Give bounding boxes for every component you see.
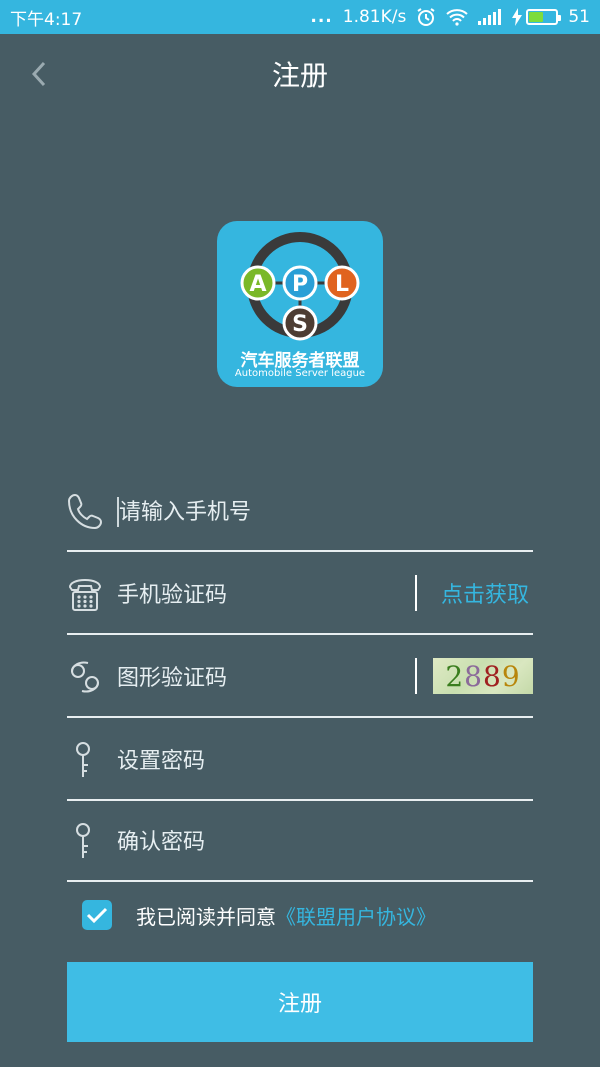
captcha-input[interactable] — [117, 658, 407, 698]
status-bar: 下午4:17 ... 1.81K/s 51 — [0, 0, 600, 34]
phone-icon — [67, 492, 103, 530]
key-icon — [67, 741, 103, 779]
confirm-password-input[interactable] — [117, 822, 407, 862]
battery-icon — [526, 9, 562, 25]
wifi-icon — [446, 8, 469, 26]
charging-icon — [512, 8, 523, 26]
captcha-char: 8 — [464, 659, 483, 693]
alarm-icon — [416, 7, 436, 27]
phone-row — [67, 470, 533, 552]
status-dots: ... — [310, 7, 333, 27]
battery-level: 51 — [568, 7, 590, 27]
logo-letter-s: S — [292, 312, 308, 337]
logo-letter-a: A — [249, 272, 266, 297]
agreement-link[interactable]: 《联盟用户协议》 — [276, 901, 436, 930]
agreement-row: 我已阅读并同意 《联盟用户协议》 — [82, 898, 436, 932]
register-button[interactable]: 注册 — [67, 962, 533, 1042]
battery-fill — [529, 12, 543, 22]
captcha-char: 9 — [501, 659, 521, 693]
key-icon — [67, 822, 103, 860]
captcha-char: 8 — [483, 659, 502, 693]
network-speed: 1.81K/s — [342, 7, 407, 27]
status-time: 下午4:17 — [10, 9, 83, 30]
check-icon — [86, 907, 108, 924]
logo-letter-l: L — [335, 272, 349, 297]
logo-name-en: Automobile Server league — [234, 368, 366, 379]
get-code-button[interactable]: 点击获取 — [441, 577, 529, 609]
password-input[interactable] — [117, 741, 407, 781]
captcha-image[interactable]: 2 8 8 9 — [433, 658, 533, 694]
agreement-checkbox[interactable] — [82, 900, 112, 930]
telephone-icon — [67, 575, 103, 613]
agreement-text: 我已阅读并同意 — [136, 904, 276, 929]
page-title: 注册 — [271, 59, 328, 92]
status-right: ... 1.81K/s 51 — [310, 7, 590, 27]
logo-letter-p: P — [292, 272, 308, 297]
captcha-row: 2 8 8 9 — [67, 636, 533, 718]
battery: 51 — [512, 7, 590, 27]
app-logo: A P L S 汽车服务者联盟 Automobile Server league — [217, 221, 383, 387]
captcha-char: 2 — [445, 659, 465, 693]
title-bar: 注册 — [0, 34, 600, 114]
sms-code-row: 点击获取 — [67, 553, 533, 635]
confirm-password-row — [67, 800, 533, 882]
signal-icon — [478, 9, 502, 25]
sms-code-input[interactable] — [117, 575, 407, 615]
phone-input[interactable] — [119, 492, 409, 532]
vertical-divider — [415, 575, 417, 611]
captcha-icon — [67, 658, 103, 696]
password-row — [67, 719, 533, 801]
vertical-divider — [415, 658, 417, 694]
